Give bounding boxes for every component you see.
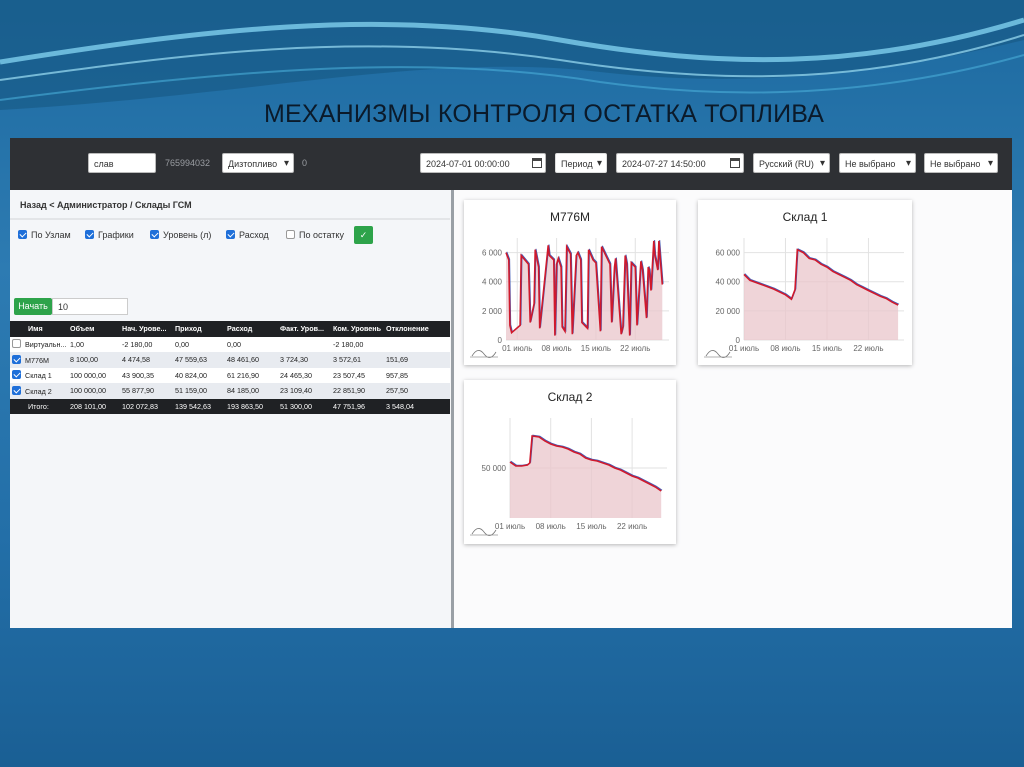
checkbox-icon[interactable]: [150, 230, 159, 239]
chart-title: М776М: [549, 210, 590, 224]
calendar-icon[interactable]: [730, 158, 740, 168]
navigator-icon: [705, 350, 731, 358]
y-tick-label: 2 000: [482, 307, 503, 316]
x-tick-label: 15 июль: [812, 344, 842, 353]
x-tick-label: 08 июль: [541, 344, 571, 353]
y-tick-label: 0: [498, 336, 503, 345]
column-header[interactable]: Приход: [173, 321, 225, 337]
column-header[interactable]: Расход: [225, 321, 278, 337]
date-to-value: 2024-07-27 14:50:00: [622, 159, 706, 169]
chart-card-m776m: 01 июль 08 июль 15 июль 22 июль 0 2 000 4 000 6…: [464, 200, 676, 365]
x-tick-label: 01 июль: [729, 344, 759, 353]
date-from-value: 2024-07-01 00:00:00: [426, 159, 510, 169]
x-tick-label: 08 июль: [536, 522, 566, 531]
option-charts[interactable]: Графики: [85, 228, 134, 242]
checkbox-icon[interactable]: [12, 354, 21, 364]
table-row[interactable]: Склад 2 100 000,00 55 877,90 51 159,00 8…: [10, 383, 450, 399]
x-tick-label: 15 июль: [576, 522, 606, 531]
x-tick-label: 15 июль: [581, 344, 611, 353]
checkbox-icon[interactable]: [85, 230, 94, 239]
charts-panel: 01 июль 08 июль 15 июль 22 июль 0 2 000 4 000 6…: [454, 190, 1012, 628]
filter-select-1[interactable]: Не выбрано: [839, 153, 916, 173]
option-consumption[interactable]: Расход: [226, 228, 269, 242]
object-id-text: 765994032: [165, 158, 211, 168]
navigator-icon: [471, 350, 497, 358]
chart-title: Склад 2: [547, 390, 593, 404]
column-header[interactable]: Отклонение: [384, 321, 450, 337]
column-header[interactable]: Ком. Уровень: [331, 321, 384, 337]
left-panel: Назад < Администратор / Склады ГСМ По Уз…: [10, 190, 450, 628]
chart-card-sklad-2: 01 июль 08 июль 15 июль 22 июль 50 000 Склад…: [464, 380, 676, 544]
y-tick-label: 0: [736, 336, 741, 345]
column-header[interactable]: Нач. Урове...: [120, 321, 173, 337]
navigator-icon: [471, 528, 497, 536]
table-header-row: Имя Объем Нач. Урове... Приход Расход Фа…: [10, 321, 450, 337]
language-select[interactable]: Русский (RU): [753, 153, 830, 173]
search-input[interactable]: слав: [88, 153, 156, 173]
stock-table: Имя Объем Нач. Урове... Приход Расход Фа…: [10, 321, 450, 414]
slide-title: МЕХАНИЗМЫ КОНТРОЛЯ ОСТАТКА ТОПЛИВА: [264, 100, 825, 128]
table-row[interactable]: Виртуальн... 1,00 -2 180,00 0,00 0,00 -2…: [10, 336, 450, 352]
option-by-nodes[interactable]: По Узлам: [18, 228, 71, 242]
date-from-input[interactable]: 2024-07-01 00:00:00: [420, 153, 546, 173]
option-by-remainder[interactable]: По остатку: [286, 228, 344, 242]
checkbox-icon[interactable]: [12, 339, 21, 349]
column-header[interactable]: Объем: [68, 321, 120, 337]
table-row[interactable]: М776М 8 100,00 4 474,58 47 559,63 48 461…: [10, 352, 450, 368]
chart-card-sklad-1: 01 июль 08 июль 15 июль 22 июль 0 20 000 40 00…: [698, 200, 912, 365]
fuel-type-select[interactable]: Дизтопливо: [222, 153, 294, 173]
y-tick-label: 6 000: [482, 249, 503, 258]
column-header[interactable]: Имя: [10, 321, 68, 337]
checkbox-icon[interactable]: [12, 385, 21, 395]
start-button[interactable]: Начать: [14, 298, 52, 315]
checkbox-icon[interactable]: [12, 370, 21, 380]
top-toolbar: слав 765994032 Дизтопливо 0 2024-07-01 0…: [10, 138, 1012, 190]
checkbox-icon[interactable]: [286, 230, 295, 239]
count-text: 0: [302, 158, 308, 168]
fuel-level-chart: 01 июль 08 июль 15 июль 22 июль 0 20 000 40 00…: [704, 238, 904, 358]
option-level[interactable]: Уровень (л): [150, 228, 211, 242]
breadcrumb[interactable]: Назад < Администратор / Склады ГСМ: [20, 200, 192, 210]
x-tick-label: 01 июль: [495, 522, 525, 531]
y-tick-label: 20 000: [716, 307, 741, 316]
x-tick-label: 08 июль: [770, 344, 800, 353]
table-row[interactable]: Склад 1 100 000,00 43 900,35 40 824,00 6…: [10, 367, 450, 383]
calendar-icon[interactable]: [532, 158, 542, 168]
x-tick-label: 22 июль: [620, 344, 650, 353]
y-tick-label: 4 000: [482, 278, 503, 287]
y-tick-label: 60 000: [716, 249, 741, 258]
y-tick-label: 40 000: [716, 278, 741, 287]
fuel-level-chart: 01 июль 08 июль 15 июль 22 июль 0 2 000 4 000 6…: [470, 238, 669, 358]
x-tick-label: 22 июль: [617, 522, 647, 531]
filter-select-2[interactable]: Не выбрано: [924, 153, 998, 173]
period-dropdown[interactable]: Период: [555, 153, 607, 173]
x-tick-label: 01 июль: [502, 344, 532, 353]
fuel-level-chart: 01 июль 08 июль 15 июль 22 июль 50 000: [470, 418, 667, 536]
checkbox-icon[interactable]: [18, 230, 27, 239]
y-tick-label: 50 000: [482, 464, 507, 473]
check-icon: ✓: [359, 230, 368, 240]
date-to-input[interactable]: 2024-07-27 14:50:00: [616, 153, 744, 173]
x-tick-label: 22 июль: [853, 344, 883, 353]
table-totals-row: Итого: 208 101,00 102 072,83 139 542,63 …: [10, 398, 450, 414]
apply-button[interactable]: ✓: [354, 226, 373, 244]
column-header[interactable]: Факт. Уров...: [278, 321, 331, 337]
checkbox-icon[interactable]: [226, 230, 235, 239]
start-value-input[interactable]: 10: [52, 298, 128, 315]
chart-title: Склад 1: [782, 210, 828, 224]
app-window: слав 765994032 Дизтопливо 0 2024-07-01 0…: [10, 138, 1012, 628]
divider: [10, 218, 450, 220]
